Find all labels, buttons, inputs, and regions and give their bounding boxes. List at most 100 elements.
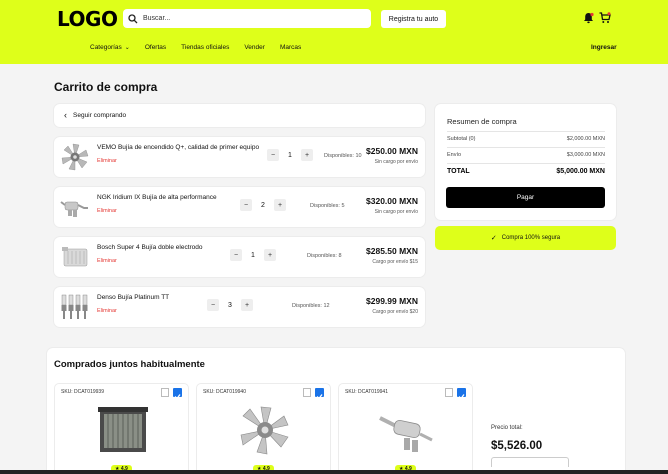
item-name: Denso Bujía Platinum TT — [97, 294, 170, 301]
item-name: VEMO Bujía de encendido Q+, calidad de p… — [97, 144, 260, 151]
subtotal-label: Subtotal (0) — [447, 136, 476, 142]
nav-categories[interactable]: Categorías ⌄ — [90, 44, 130, 51]
secure-purchase-badge: ✓ Compra 100% segura — [435, 226, 616, 250]
order-summary: Resumen de compra Subtotal (0) $2,000.00… — [435, 104, 616, 220]
spark-plugs-icon — [61, 294, 88, 319]
main-nav: Categorías ⌄ Ofertas Tiendas oficiales Ve… — [90, 44, 301, 51]
bell-icon[interactable] — [583, 12, 594, 24]
total-row: TOTAL $5,000.00 MXN — [447, 168, 605, 175]
increase-qty-button[interactable]: + — [274, 199, 286, 211]
secure-purchase-label: Compra 100% segura — [501, 235, 561, 241]
shield-icon: ✓ — [490, 235, 497, 242]
search-input[interactable]: Buscar... — [123, 9, 371, 28]
increase-qty-button[interactable]: + — [264, 249, 276, 261]
cart-icon[interactable] — [599, 12, 611, 24]
chevron-left-icon: ‹ — [64, 110, 67, 120]
stock-label: Disponibles: 10 — [324, 153, 362, 159]
select-checkbox[interactable] — [173, 388, 182, 400]
decrease-qty-button[interactable]: − — [267, 149, 279, 161]
divider — [447, 163, 605, 164]
quantity-value[interactable]: 2 — [252, 202, 274, 209]
remove-item-link[interactable]: Eliminar — [97, 308, 117, 314]
pay-button[interactable]: Pagar — [446, 187, 605, 208]
quantity-value[interactable]: 1 — [279, 152, 301, 159]
nav-sell[interactable]: Vender — [244, 44, 265, 51]
shipping-value: $3,000.00 MXN — [566, 152, 605, 158]
product-sku: SKU: DCAT019941 — [345, 389, 388, 395]
continue-shopping-label: Seguir comprando — [73, 112, 127, 119]
divider — [447, 131, 605, 132]
subtotal-value: $2,000.00 MXN — [566, 136, 605, 142]
quantity-value[interactable]: 3 — [219, 302, 241, 309]
search-icon — [128, 13, 138, 23]
add-bundle-button[interactable] — [491, 457, 569, 467]
remove-item-link[interactable]: Eliminar — [97, 158, 117, 164]
fan-part-icon — [61, 143, 89, 171]
fan-icon — [240, 406, 289, 455]
login-link[interactable]: Ingresar — [591, 44, 617, 51]
product-sku: SKU: DCAT019940 — [203, 389, 246, 395]
shipping-row: Envío $3,000.00 MXN — [447, 152, 605, 158]
broken-image-icon — [303, 388, 311, 397]
cart-item: VEMO Bujía de encendido Q+, calidad de p… — [54, 137, 425, 177]
select-checkbox[interactable] — [315, 388, 324, 400]
product-sku: SKU: DCAT019939 — [61, 389, 104, 395]
stock-label: Disponibles: 5 — [310, 203, 345, 209]
subtotal-row: Subtotal (0) $2,000.00 MXN — [447, 136, 605, 142]
broken-image-icon — [445, 388, 453, 397]
remove-item-link[interactable]: Eliminar — [97, 258, 117, 264]
decrease-qty-button[interactable]: − — [230, 249, 242, 261]
item-price: $299.99 MXN — [366, 296, 418, 306]
shipping-note: Sin cargo por envío — [374, 159, 418, 165]
broken-image-icon — [161, 388, 169, 397]
bundle-total: Precio total: $5,526.00 — [491, 425, 569, 467]
nav-official-stores[interactable]: Tiendas oficiales — [181, 44, 229, 51]
remove-item-link[interactable]: Eliminar — [97, 208, 117, 214]
divider — [447, 147, 605, 148]
increase-qty-button[interactable]: + — [241, 299, 253, 311]
page-title: Carrito de compra — [54, 80, 158, 94]
shipping-note: Sin cargo por envío — [374, 209, 418, 215]
item-name: Bosch Super 4 Bujía doble electrodo — [97, 244, 203, 251]
stock-label: Disponibles: 12 — [292, 303, 330, 309]
item-price: $320.00 MXN — [366, 196, 418, 206]
increase-qty-button[interactable]: + — [301, 149, 313, 161]
item-price: $250.00 MXN — [366, 146, 418, 156]
total-label: TOTAL — [447, 168, 470, 175]
bundle-total-value: $5,526.00 — [491, 440, 543, 452]
search-placeholder: Buscar... — [143, 15, 171, 22]
logo[interactable]: LOGO — [57, 7, 118, 31]
quantity-stepper: − 3 + — [207, 299, 253, 311]
product-card[interactable]: SKU: DCAT019940 ★ 4.9 — [196, 383, 331, 474]
total-value: $5,000.00 MXN — [556, 168, 605, 175]
window-bottom-edge — [0, 470, 668, 474]
quantity-stepper: − 1 + — [230, 249, 276, 261]
shipping-note: Cargo por envío $20 — [372, 309, 418, 315]
register-car-button[interactable]: Registra tu auto — [381, 10, 446, 28]
stock-label: Disponibles: 8 — [307, 253, 342, 259]
bundle-total-label: Precio total: — [491, 425, 523, 431]
quantity-stepper: − 1 + — [267, 149, 313, 161]
exhaust-icon — [379, 416, 433, 452]
nav-brands[interactable]: Marcas — [280, 44, 301, 51]
item-name: NGK Iridium IX Bujía de alta performance — [97, 194, 217, 201]
quantity-stepper: − 2 + — [240, 199, 286, 211]
nav-offers[interactable]: Ofertas — [145, 44, 166, 51]
product-card[interactable]: SKU: DCAT019941 ★ 4.9 — [338, 383, 473, 474]
cart-item: NGK Iridium IX Bujía de alta performance… — [54, 187, 425, 227]
exhaust-part-icon — [60, 201, 88, 217]
nav-categories-label: Categorías — [90, 44, 122, 51]
product-card[interactable]: SKU: DCAT019939 ★ 4.9 — [54, 383, 189, 474]
select-checkbox[interactable] — [457, 388, 466, 400]
top-header: LOGO Buscar... Registra tu auto Categorí… — [0, 0, 668, 64]
quantity-value[interactable]: 1 — [242, 252, 264, 259]
section-title: Comprados juntos habitualmente — [54, 359, 205, 370]
radiator-icon — [98, 407, 148, 452]
decrease-qty-button[interactable]: − — [240, 199, 252, 211]
decrease-qty-button[interactable]: − — [207, 299, 219, 311]
summary-title: Resumen de compra — [447, 117, 517, 126]
continue-shopping-link[interactable]: ‹ Seguir comprando — [54, 104, 425, 127]
chevron-down-icon: ⌄ — [124, 45, 130, 51]
shipping-note: Cargo por envío $15 — [372, 259, 418, 265]
radiator-part-icon — [62, 247, 88, 267]
